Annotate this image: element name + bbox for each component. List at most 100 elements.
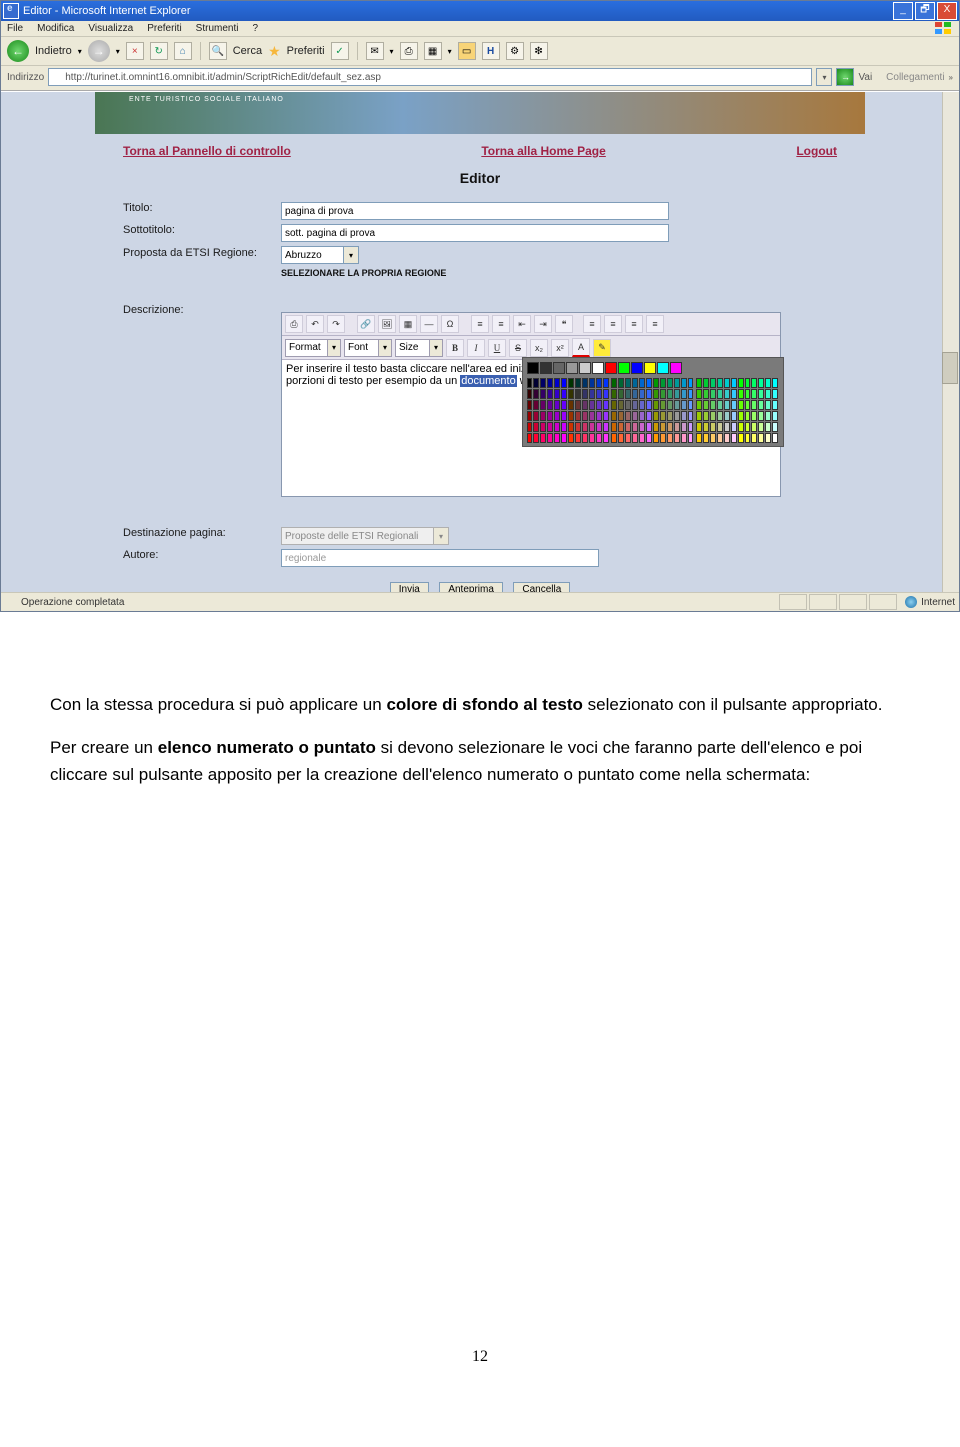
- color-swatch[interactable]: [582, 411, 588, 421]
- color-swatch[interactable]: [745, 400, 751, 410]
- color-swatch[interactable]: [568, 411, 574, 421]
- color-swatch[interactable]: [589, 389, 595, 399]
- url-input[interactable]: http://turinet.it.omnint16.omnibit.it/ad…: [48, 68, 812, 86]
- color-swatch[interactable]: [533, 411, 539, 421]
- color-swatch[interactable]: [758, 400, 764, 410]
- menu-file[interactable]: File: [7, 23, 23, 34]
- color-swatch[interactable]: [547, 389, 553, 399]
- select-regione[interactable]: Abruzzo▾: [281, 246, 359, 264]
- color-swatch[interactable]: [561, 378, 567, 388]
- color-swatch[interactable]: [582, 422, 588, 432]
- folder-icon[interactable]: ▭: [458, 42, 476, 60]
- color-swatch[interactable]: [710, 411, 716, 421]
- forward-button[interactable]: →: [88, 40, 110, 62]
- minimize-button[interactable]: _: [893, 2, 913, 20]
- rte-textcolor-icon[interactable]: A: [572, 338, 590, 357]
- color-swatch[interactable]: [592, 362, 604, 374]
- color-swatch[interactable]: [589, 378, 595, 388]
- color-swatch[interactable]: [738, 378, 744, 388]
- color-swatch[interactable]: [758, 389, 764, 399]
- color-swatch[interactable]: [611, 422, 617, 432]
- color-swatch[interactable]: [660, 378, 666, 388]
- color-swatch[interactable]: [533, 400, 539, 410]
- color-swatch[interactable]: [667, 389, 673, 399]
- color-swatch[interactable]: [632, 411, 638, 421]
- favorites-icon[interactable]: ★: [268, 44, 281, 58]
- color-swatch[interactable]: [681, 433, 687, 443]
- rte-link-icon[interactable]: 🔗: [357, 315, 375, 333]
- go-button[interactable]: →: [836, 68, 854, 86]
- color-swatch[interactable]: [703, 400, 709, 410]
- color-swatch[interactable]: [561, 411, 567, 421]
- color-swatch[interactable]: [745, 433, 751, 443]
- color-swatch[interactable]: [568, 433, 574, 443]
- color-swatch[interactable]: [554, 433, 560, 443]
- color-swatch[interactable]: [724, 400, 730, 410]
- color-swatch[interactable]: [582, 389, 588, 399]
- stop-icon[interactable]: ×: [126, 42, 144, 60]
- color-swatch[interactable]: [738, 433, 744, 443]
- color-swatch[interactable]: [724, 378, 730, 388]
- color-swatch[interactable]: [772, 378, 778, 388]
- color-swatch[interactable]: [611, 433, 617, 443]
- color-swatch[interactable]: [611, 411, 617, 421]
- color-swatch[interactable]: [731, 411, 737, 421]
- color-swatch[interactable]: [603, 378, 609, 388]
- color-swatch[interactable]: [751, 411, 757, 421]
- color-swatch[interactable]: [653, 422, 659, 432]
- color-swatch[interactable]: [568, 400, 574, 410]
- color-swatch[interactable]: [751, 433, 757, 443]
- color-swatch[interactable]: [710, 422, 716, 432]
- color-swatch[interactable]: [568, 378, 574, 388]
- color-swatch[interactable]: [646, 389, 652, 399]
- color-swatch[interactable]: [696, 389, 702, 399]
- color-swatch[interactable]: [667, 400, 673, 410]
- rte-special-icon[interactable]: Ω: [441, 315, 459, 333]
- color-swatch[interactable]: [660, 411, 666, 421]
- color-swatch[interactable]: [646, 400, 652, 410]
- color-swatch[interactable]: [660, 400, 666, 410]
- color-swatch[interactable]: [660, 433, 666, 443]
- color-swatch[interactable]: [603, 422, 609, 432]
- color-swatch[interactable]: [703, 433, 709, 443]
- color-swatch[interactable]: [618, 378, 624, 388]
- color-swatch[interactable]: [533, 389, 539, 399]
- color-swatch[interactable]: [554, 378, 560, 388]
- color-swatch[interactable]: [703, 411, 709, 421]
- search-icon[interactable]: 🔍: [209, 42, 227, 60]
- color-swatch[interactable]: [603, 389, 609, 399]
- rte-strike-icon[interactable]: S: [509, 339, 527, 357]
- color-swatch[interactable]: [561, 422, 567, 432]
- scroll-thumb[interactable]: [942, 352, 958, 384]
- color-swatch[interactable]: [625, 411, 631, 421]
- color-swatch[interactable]: [772, 433, 778, 443]
- color-swatch[interactable]: [681, 389, 687, 399]
- color-swatch[interactable]: [745, 378, 751, 388]
- color-swatch[interactable]: [724, 433, 730, 443]
- color-swatch[interactable]: [717, 378, 723, 388]
- menu-view[interactable]: Visualizza: [88, 23, 133, 34]
- back-button[interactable]: ←: [7, 40, 29, 62]
- color-swatch[interactable]: [772, 422, 778, 432]
- color-swatch[interactable]: [667, 411, 673, 421]
- color-swatch[interactable]: [717, 422, 723, 432]
- color-swatch[interactable]: [639, 400, 645, 410]
- rte-textarea[interactable]: Per inserire il testo basta cliccare nel…: [282, 360, 780, 496]
- color-swatch[interactable]: [765, 433, 771, 443]
- color-swatch[interactable]: [738, 389, 744, 399]
- color-swatch[interactable]: [533, 433, 539, 443]
- color-swatch[interactable]: [731, 433, 737, 443]
- color-swatch[interactable]: [632, 389, 638, 399]
- color-swatch[interactable]: [646, 411, 652, 421]
- rte-format-select[interactable]: Format▾: [285, 339, 341, 357]
- color-swatch[interactable]: [625, 389, 631, 399]
- color-swatch[interactable]: [575, 411, 581, 421]
- color-swatch[interactable]: [625, 378, 631, 388]
- color-swatch[interactable]: [674, 433, 680, 443]
- color-swatch[interactable]: [696, 422, 702, 432]
- color-swatch[interactable]: [751, 378, 757, 388]
- rte-quote-icon[interactable]: ❝: [555, 315, 573, 333]
- color-swatch[interactable]: [765, 400, 771, 410]
- color-swatch[interactable]: [568, 389, 574, 399]
- color-swatch[interactable]: [681, 422, 687, 432]
